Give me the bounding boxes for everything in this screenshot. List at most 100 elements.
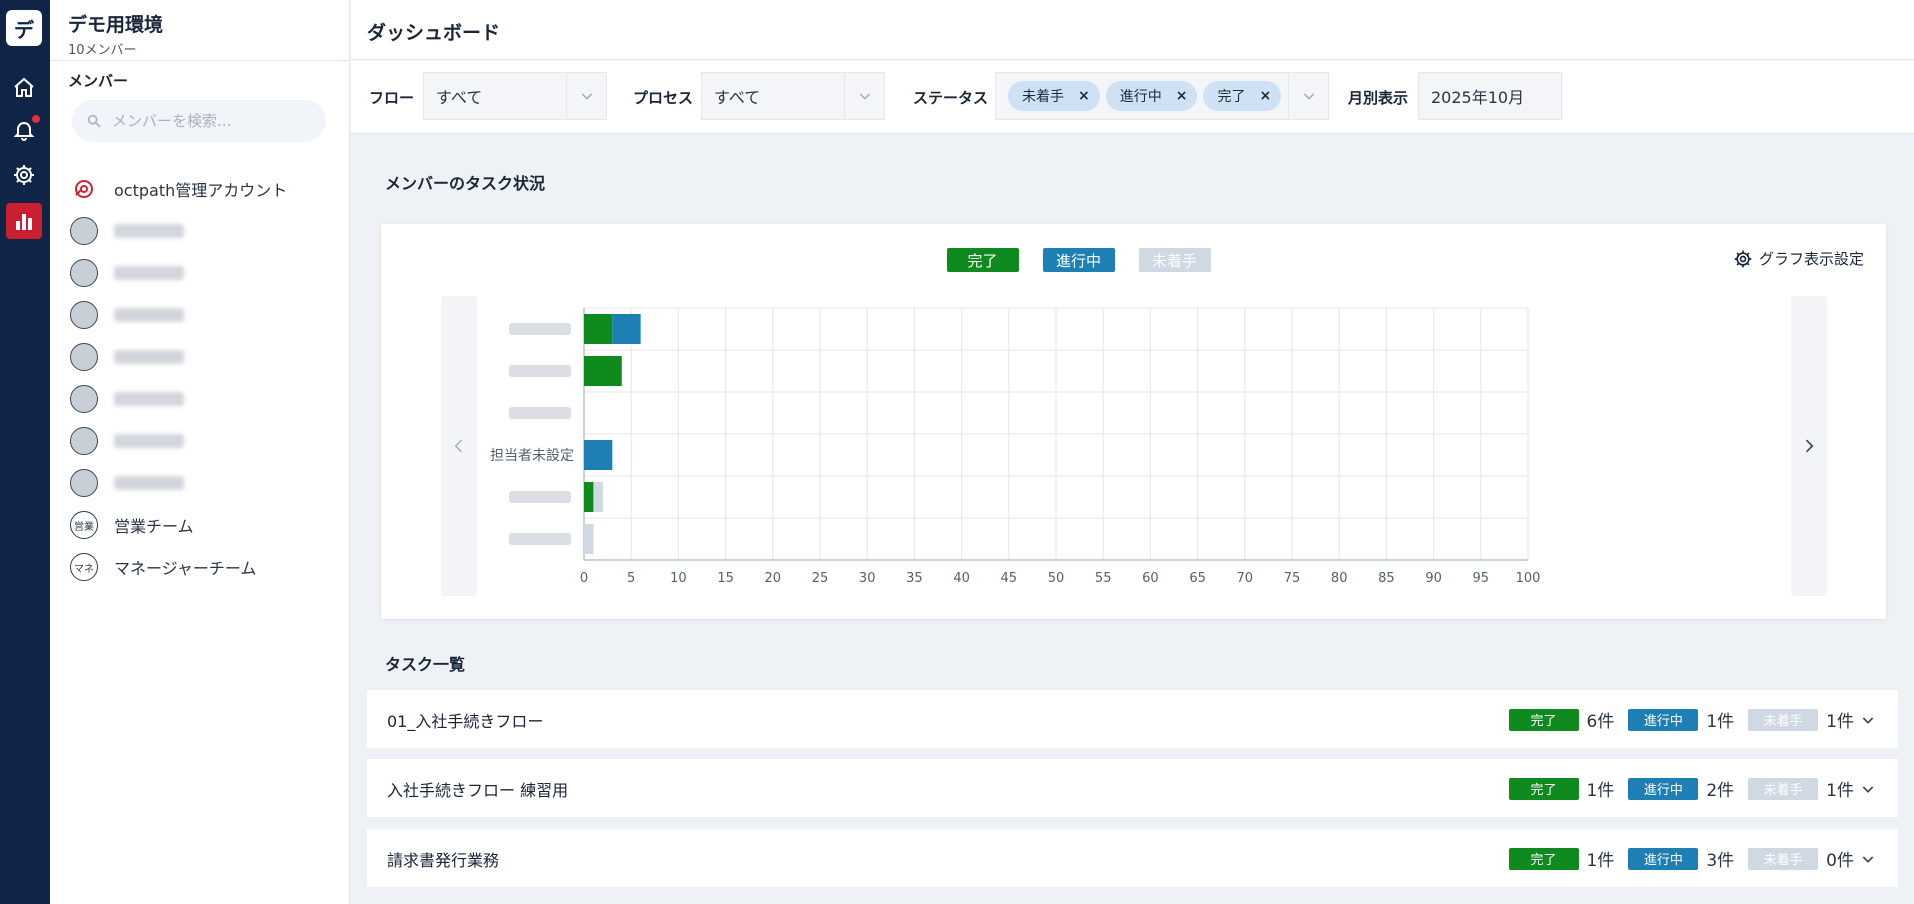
- member-item[interactable]: [70, 420, 340, 462]
- not-started-badge: 未着手: [1748, 708, 1819, 731]
- task-stats: 完了 1件 進行中 3件 未着手 0件: [1508, 846, 1878, 871]
- status-chip-label: 未着手: [1022, 89, 1064, 105]
- chevron-down-icon[interactable]: [566, 73, 606, 119]
- y-category-label-redacted: [509, 491, 571, 503]
- process-filter-label: プロセス: [633, 89, 694, 107]
- task-stats: 完了 1件 進行中 2件 未着手 1件: [1508, 776, 1878, 801]
- gear-icon[interactable]: [6, 157, 42, 193]
- member-list: octpath管理アカウント 営業 営業チーム マネ マネージャーチーム: [70, 168, 340, 588]
- bar-chart-icon[interactable]: [6, 203, 42, 239]
- x-tick-label: 95: [1473, 571, 1490, 586]
- member-item[interactable]: [70, 294, 340, 336]
- month-picker[interactable]: 2025年10月: [1418, 72, 1562, 120]
- bar-done: [584, 482, 594, 512]
- chart-legend: 完了 進行中 未着手: [381, 248, 1886, 272]
- member-item[interactable]: [70, 252, 340, 294]
- member-name: [114, 434, 184, 448]
- status-chip: 未着手 ×: [1008, 81, 1100, 111]
- member-item[interactable]: マネ マネージャーチーム: [70, 546, 340, 588]
- not-started-count: 1件: [1826, 712, 1854, 732]
- task-row[interactable]: 01_入社手続きフロー 完了 6件 進行中 1件 未着手 1件: [367, 690, 1898, 748]
- avatar: [70, 385, 98, 413]
- avatar: [70, 469, 98, 497]
- process-select-value: すべて: [714, 88, 761, 107]
- status-filter-label: ステータス: [913, 89, 989, 107]
- member-item[interactable]: [70, 336, 340, 378]
- flow-filter-label: フロー: [369, 89, 415, 107]
- x-tick-label: 70: [1237, 571, 1254, 586]
- not-started-badge: 未着手: [1748, 847, 1819, 870]
- member-item[interactable]: [70, 462, 340, 504]
- x-tick-label: 5: [627, 571, 635, 586]
- flow-select[interactable]: すべて: [423, 72, 607, 120]
- avatar: [70, 343, 98, 371]
- avatar: [70, 301, 98, 329]
- process-select[interactable]: すべて: [701, 72, 885, 120]
- bar-in-progress: [584, 440, 613, 470]
- workspace-logo[interactable]: デ: [6, 10, 42, 46]
- graph-settings-button[interactable]: グラフ表示設定: [1733, 248, 1864, 269]
- task-stats: 完了 6件 進行中 1件 未着手 1件: [1508, 707, 1878, 732]
- status-select[interactable]: 未着手 × 進行中 × 完了 ×: [995, 72, 1329, 120]
- team-avatar: 営業: [70, 511, 98, 539]
- chevron-down-icon[interactable]: [1858, 710, 1878, 730]
- member-item[interactable]: octpath管理アカウント: [70, 168, 340, 210]
- icon-rail: デ: [0, 0, 50, 904]
- x-tick-label: 85: [1378, 571, 1395, 586]
- members-heading: メンバー: [68, 72, 129, 90]
- x-tick-label: 0: [580, 571, 588, 586]
- monthly-label: 月別表示: [1348, 89, 1409, 107]
- legend-in-progress[interactable]: 進行中: [1042, 248, 1115, 272]
- not-started-count: 0件: [1826, 851, 1854, 871]
- in-progress-badge: 進行中: [1628, 708, 1699, 731]
- members-sidebar: デモ用環境 10メンバー メンバー octpath管理アカウント営業営業チームマ…: [50, 0, 350, 904]
- top-bar: ダッシュボード: [351, 0, 1914, 60]
- task-row[interactable]: 請求書発行業務 完了 1件 進行中 3件 未着手 0件: [367, 829, 1898, 887]
- search-icon: [87, 114, 101, 128]
- status-chips: 未着手 × 進行中 × 完了 ×: [996, 81, 1288, 111]
- done-count: 6件: [1586, 712, 1615, 732]
- close-icon[interactable]: ×: [1259, 88, 1271, 104]
- member-name: [114, 266, 184, 280]
- member-item[interactable]: [70, 210, 340, 252]
- chevron-down-icon[interactable]: [1288, 73, 1328, 119]
- y-category-label: 担当者未設定: [490, 448, 574, 464]
- chevron-down-icon[interactable]: [844, 73, 884, 119]
- home-icon[interactable]: [6, 70, 42, 106]
- chevron-down-icon[interactable]: [1858, 849, 1878, 869]
- status-chip-label: 完了: [1217, 89, 1246, 105]
- task-flow-name: 入社手続きフロー 練習用: [387, 781, 569, 800]
- chevron-right-icon: [1805, 439, 1814, 453]
- task-flow-name: 請求書発行業務: [387, 851, 500, 870]
- x-tick-label: 40: [953, 571, 970, 586]
- member-name: [114, 308, 184, 322]
- close-icon[interactable]: ×: [1176, 88, 1188, 104]
- member-item[interactable]: 営業 営業チーム: [70, 504, 340, 546]
- chevron-down-icon[interactable]: [1858, 779, 1878, 799]
- chart-next-button[interactable]: [1791, 296, 1827, 596]
- x-tick-label: 35: [906, 571, 923, 586]
- avatar: [70, 427, 98, 455]
- in-progress-count: 2件: [1706, 781, 1735, 801]
- done-badge: 完了: [1508, 708, 1579, 731]
- member-name: 営業チーム: [114, 517, 194, 536]
- divider: [50, 60, 350, 61]
- member-name: [114, 224, 184, 238]
- member-search-input[interactable]: [112, 112, 312, 130]
- bar-not-started: [584, 524, 594, 554]
- notification-dot-icon: [32, 115, 40, 123]
- member-name: octpath管理アカウント: [114, 181, 288, 200]
- status-chip-label: 進行中: [1119, 89, 1162, 105]
- x-tick-label: 20: [765, 571, 782, 586]
- bar-done: [584, 356, 622, 386]
- task-row[interactable]: 入社手続きフロー 練習用 完了 1件 進行中 2件 未着手 1件: [367, 759, 1898, 817]
- legend-not-started[interactable]: 未着手: [1138, 248, 1211, 272]
- page-title: ダッシュボード: [367, 22, 501, 44]
- legend-done[interactable]: 完了: [946, 248, 1019, 272]
- member-name: [114, 476, 184, 490]
- x-tick-label: 15: [717, 571, 734, 586]
- close-icon[interactable]: ×: [1078, 88, 1090, 104]
- done-badge: 完了: [1508, 847, 1579, 870]
- member-item[interactable]: [70, 378, 340, 420]
- done-count: 1件: [1586, 851, 1615, 871]
